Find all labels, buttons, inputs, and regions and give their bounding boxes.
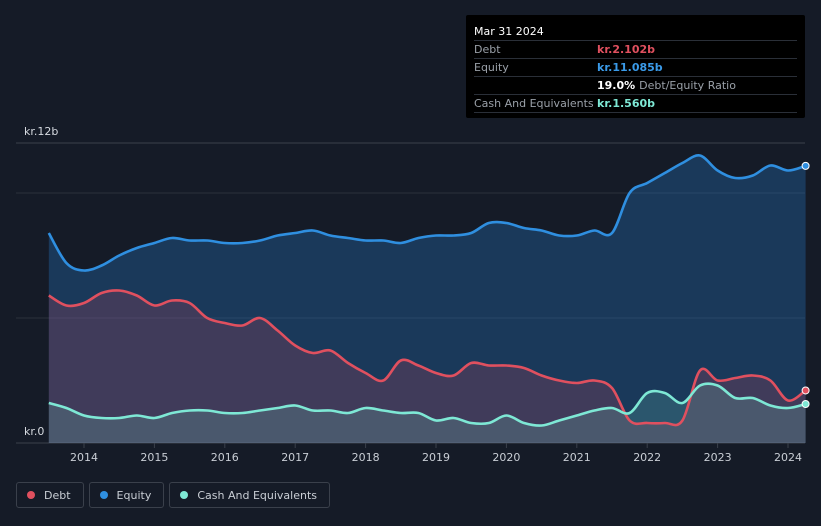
x-tick-label: 2018 bbox=[352, 451, 380, 464]
legend-item-debt[interactable]: Debt bbox=[16, 482, 84, 508]
chart-legend: Debt Equity Cash And Equivalents bbox=[16, 482, 335, 510]
x-tick-label: 2019 bbox=[422, 451, 450, 464]
x-tick-label: 2015 bbox=[140, 451, 168, 464]
x-tick-label: 2021 bbox=[563, 451, 591, 464]
tooltip-row-cash: Cash And Equivalents kr.1.560b bbox=[474, 95, 797, 113]
legend-item-equity[interactable]: Equity bbox=[88, 482, 165, 508]
x-tick-label: 2017 bbox=[281, 451, 309, 464]
tooltip-ratio-value: 19.0% bbox=[597, 79, 636, 92]
legend-equity-dot-icon bbox=[99, 491, 108, 499]
legend-cash-label: Cash And Equivalents bbox=[197, 488, 317, 502]
tooltip-ratio-label: Debt/Equity Ratio bbox=[639, 79, 736, 92]
tooltip-row-ratio: 19.0% Debt/Equity Ratio bbox=[474, 77, 797, 95]
legend-debt-dot-icon bbox=[27, 491, 35, 499]
x-tick-label: 2024 bbox=[774, 451, 802, 464]
tooltip-debt-label: Debt bbox=[474, 43, 501, 56]
end-point-cash bbox=[801, 400, 810, 408]
legend-equity-label: Equity bbox=[116, 488, 152, 502]
tooltip-cash-label: Cash And Equivalents bbox=[474, 97, 594, 110]
tooltip-cash-value: kr.1.560b bbox=[597, 97, 656, 110]
x-tick-label: 2023 bbox=[704, 451, 732, 464]
legend-debt-label: Debt bbox=[44, 488, 71, 502]
tooltip-debt-value: kr.2.102b bbox=[597, 43, 656, 56]
x-tick-label: 2022 bbox=[633, 451, 661, 464]
y-tick-label: kr.0 bbox=[24, 425, 44, 438]
end-point-debt bbox=[801, 386, 810, 395]
x-tick-label: 2014 bbox=[70, 451, 98, 464]
tooltip-ratio-spacer bbox=[474, 77, 597, 94]
x-tick-label: 2020 bbox=[492, 451, 520, 464]
tooltip-panel: Mar 31 2024 Debt kr.2.102b Equity kr.11.… bbox=[466, 15, 805, 118]
y-tick-label: kr.12b bbox=[24, 125, 58, 138]
tooltip-equity-value: kr.11.085b bbox=[597, 61, 663, 74]
tooltip-date: Mar 31 2024 bbox=[474, 23, 797, 41]
tooltip-row-debt: Debt kr.2.102b bbox=[474, 41, 797, 59]
tooltip-equity-label: Equity bbox=[474, 61, 509, 74]
chart-areas bbox=[48, 155, 806, 443]
x-tick-label: 2016 bbox=[211, 451, 239, 464]
end-point-equity bbox=[801, 161, 810, 170]
legend-item-cash[interactable]: Cash And Equivalents bbox=[169, 482, 330, 508]
legend-cash-dot-icon bbox=[180, 491, 189, 499]
tooltip-row-equity: Equity kr.11.085b bbox=[474, 59, 797, 77]
